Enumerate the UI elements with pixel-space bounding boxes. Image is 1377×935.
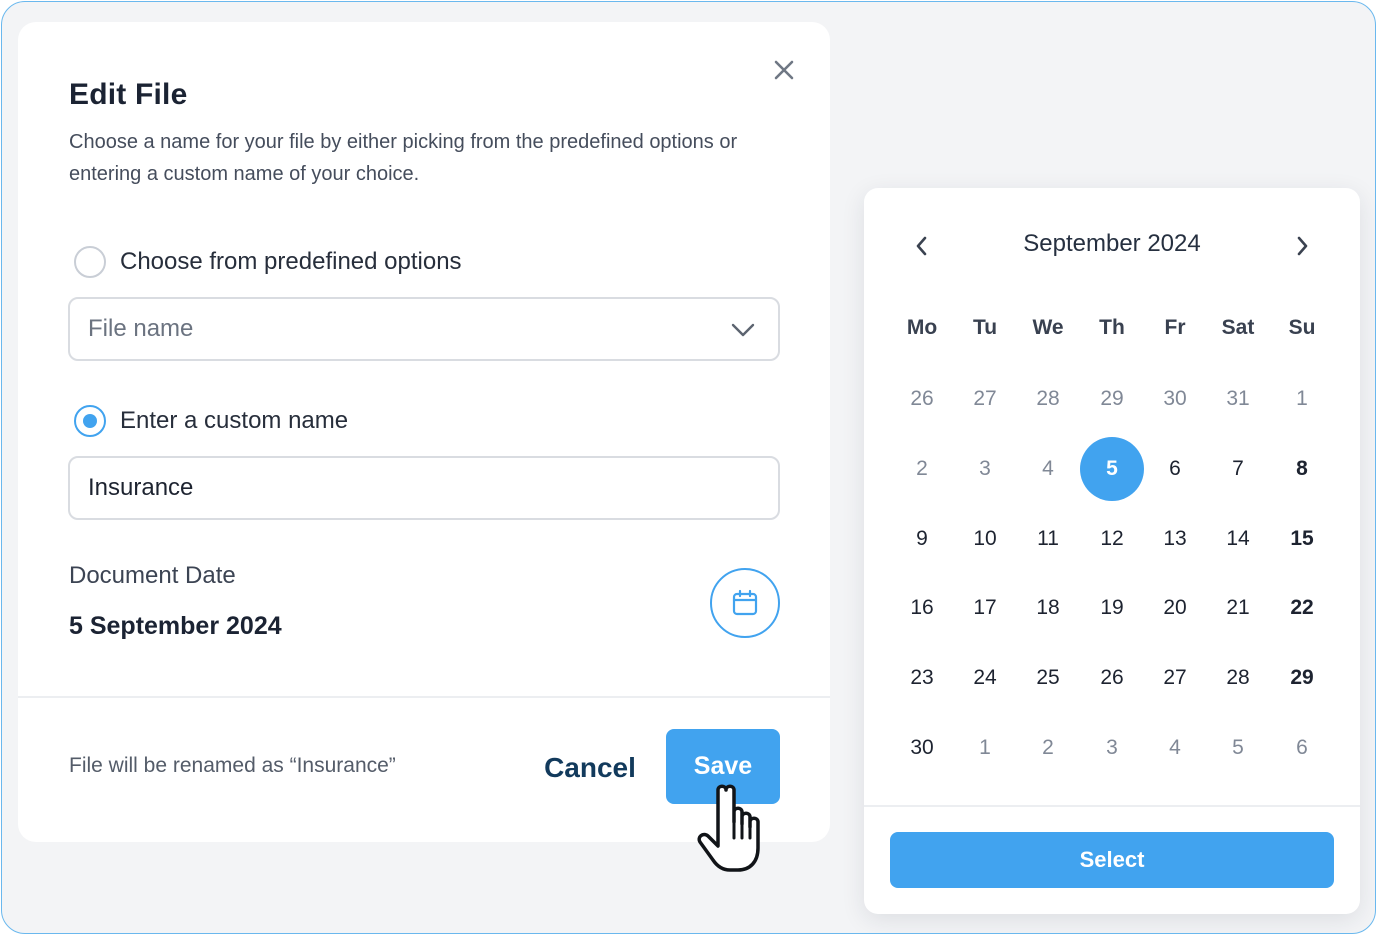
calendar-day[interactable]: 24 bbox=[953, 646, 1017, 710]
calendar-day[interactable]: 17 bbox=[953, 576, 1017, 640]
weekday-header: Th bbox=[1099, 316, 1125, 339]
calendar-day[interactable]: 29 bbox=[1270, 646, 1334, 710]
calendar-day[interactable]: 22 bbox=[1270, 576, 1334, 640]
calendar-day[interactable]: 30 bbox=[1143, 367, 1207, 431]
calendar-day[interactable]: 21 bbox=[1206, 576, 1270, 640]
calendar-day[interactable]: 28 bbox=[1206, 646, 1270, 710]
calendar-day[interactable]: 3 bbox=[1080, 716, 1144, 780]
calendar-day[interactable]: 29 bbox=[1080, 367, 1144, 431]
calendar-day[interactable]: 16 bbox=[890, 576, 954, 640]
calendar-day[interactable]: 5 bbox=[1206, 716, 1270, 780]
calendar-day[interactable]: 8 bbox=[1270, 437, 1334, 501]
calendar-divider bbox=[864, 805, 1360, 807]
file-name-select-value: File name bbox=[88, 315, 194, 342]
file-name-select[interactable]: File name bbox=[68, 297, 780, 361]
weekday-header: Tu bbox=[972, 316, 998, 339]
document-date-label: Document Date bbox=[69, 562, 236, 589]
calendar-day[interactable]: 6 bbox=[1270, 716, 1334, 780]
calendar-day[interactable]: 12 bbox=[1080, 507, 1144, 571]
calendar-day[interactable]: 30 bbox=[890, 716, 954, 780]
calendar-icon bbox=[732, 589, 758, 616]
edit-file-dialog: Edit File Choose a name for your file by… bbox=[18, 22, 830, 842]
calendar-day[interactable]: 27 bbox=[953, 367, 1017, 431]
dialog-divider bbox=[18, 696, 830, 698]
calendar-day[interactable]: 20 bbox=[1143, 576, 1207, 640]
cancel-button[interactable]: Cancel bbox=[528, 748, 652, 788]
dialog-title: Edit File bbox=[69, 78, 188, 111]
predefined-option-label: Choose from predefined options bbox=[120, 248, 462, 275]
weekday-header: Fr bbox=[1164, 316, 1186, 339]
next-month-button[interactable] bbox=[1290, 234, 1314, 258]
custom-radio[interactable] bbox=[74, 405, 106, 437]
calendar-day[interactable]: 4 bbox=[1016, 437, 1080, 501]
chevron-right-icon bbox=[1297, 236, 1308, 256]
month-label: September 2024 bbox=[1023, 230, 1201, 257]
calendar-day[interactable]: 14 bbox=[1206, 507, 1270, 571]
calendar-day[interactable]: 3 bbox=[953, 437, 1017, 501]
calendar-day[interactable]: 23 bbox=[890, 646, 954, 710]
app-frame: Edit File Choose a name for your file by… bbox=[1, 1, 1376, 934]
calendar-day[interactable]: 13 bbox=[1143, 507, 1207, 571]
custom-option[interactable]: Enter a custom name bbox=[74, 405, 348, 437]
calendar-day[interactable]: 7 bbox=[1206, 437, 1270, 501]
chevron-down-icon bbox=[731, 323, 755, 337]
custom-name-input-value: Insurance bbox=[88, 474, 194, 501]
calendar-day[interactable]: 18 bbox=[1016, 576, 1080, 640]
calendar-day[interactable]: 26 bbox=[1080, 646, 1144, 710]
calendar-day[interactable]: 27 bbox=[1143, 646, 1207, 710]
close-icon bbox=[774, 60, 794, 80]
weekday-header: Mo bbox=[906, 316, 938, 339]
weekday-header: Su bbox=[1288, 316, 1316, 339]
selected-day[interactable]: 5 bbox=[1080, 437, 1144, 501]
calendar-day[interactable]: 1 bbox=[1270, 367, 1334, 431]
calendar-day[interactable]: 6 bbox=[1143, 437, 1207, 501]
calendar-day[interactable]: 28 bbox=[1016, 367, 1080, 431]
calendar-day[interactable]: 25 bbox=[1016, 646, 1080, 710]
calendar-day[interactable]: 31 bbox=[1206, 367, 1270, 431]
dialog-description: Choose a name for your file by either pi… bbox=[69, 131, 738, 185]
custom-option-label: Enter a custom name bbox=[120, 407, 349, 434]
calendar-day[interactable]: 26 bbox=[890, 367, 954, 431]
calendar-day[interactable]: 15 bbox=[1270, 507, 1334, 571]
calendar-day[interactable]: 2 bbox=[1016, 716, 1080, 780]
date-picker: September 2024 Select Mo Tu We Th Fr Sat Su 26 2… bbox=[864, 188, 1360, 914]
open-calendar-button[interactable] bbox=[710, 568, 780, 638]
calendar-day[interactable]: 9 bbox=[890, 507, 954, 571]
hand-pointer-icon bbox=[697, 784, 760, 872]
rename-note: File will be renamed as “Insurance” bbox=[69, 754, 396, 777]
weekday-header: We bbox=[1032, 316, 1064, 339]
calendar-day[interactable]: 1 bbox=[953, 716, 1017, 780]
select-date-button[interactable]: Select bbox=[890, 832, 1334, 888]
calendar-day[interactable]: 2 bbox=[890, 437, 954, 501]
custom-name-input[interactable]: Insurance bbox=[68, 456, 780, 520]
document-date-value: 5 September 2024 bbox=[69, 612, 282, 640]
predefined-option[interactable]: Choose from predefined options bbox=[74, 246, 462, 278]
calendar-day[interactable]: 11 bbox=[1016, 507, 1080, 571]
calendar-day[interactable]: 4 bbox=[1143, 716, 1207, 780]
calendar-day[interactable]: 19 bbox=[1080, 576, 1144, 640]
weekday-header: Sat bbox=[1221, 316, 1255, 339]
predefined-radio[interactable] bbox=[74, 246, 106, 278]
calendar-day[interactable]: 10 bbox=[953, 507, 1017, 571]
close-button[interactable] bbox=[770, 56, 798, 84]
